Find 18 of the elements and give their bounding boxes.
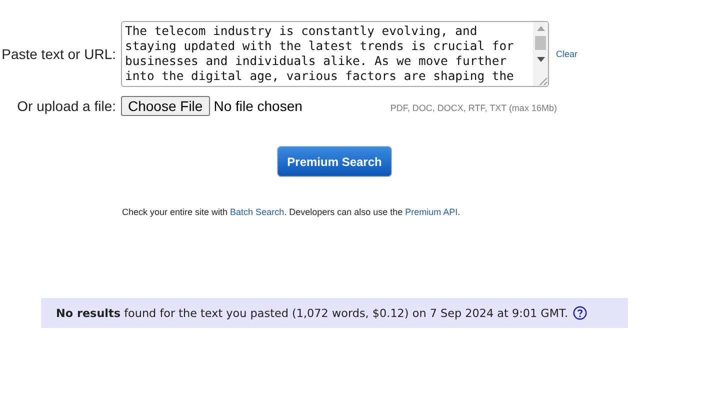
file-status: No file chosen: [214, 98, 302, 114]
scroll-up-icon[interactable]: [536, 26, 544, 31]
choose-file-button[interactable]: Choose File: [121, 96, 210, 116]
premium-api-link[interactable]: Premium API: [405, 207, 458, 217]
field-label: Or upload a file:: [16, 98, 116, 114]
field-label: Paste text or URL:: [0, 46, 116, 62]
text-area[interactable]: The telecom industry is constantly evolving, and staying updated with the latest trends is crucial for businesses and individuals alike. As we move further into the digital age, various factors are shaping the: [121, 21, 549, 87]
scrollbar[interactable]: [533, 22, 548, 86]
footnote: Check your entire site with Batch Search. Developers can also use the Premium API.: [121, 206, 462, 217]
help-icon[interactable]: [573, 306, 588, 320]
premium-search-button[interactable]: Premium Search: [277, 146, 392, 177]
result-message: No results found for the text you pasted (1,072 words, $0.12) on 7 Sep 2024 at 9:01 GMT.: [56, 306, 568, 320]
format-hint: PDF, DOC, DOCX, RTF, TXT (max 16Mb): [390, 102, 557, 112]
scroll-down-icon[interactable]: [536, 57, 544, 62]
batch-search-link[interactable]: Batch Search: [230, 207, 284, 217]
clear-link[interactable]: Clear: [556, 49, 578, 59]
resize-grip-icon[interactable]: [538, 76, 548, 86]
scrollbar-thumb[interactable]: [535, 36, 546, 50]
